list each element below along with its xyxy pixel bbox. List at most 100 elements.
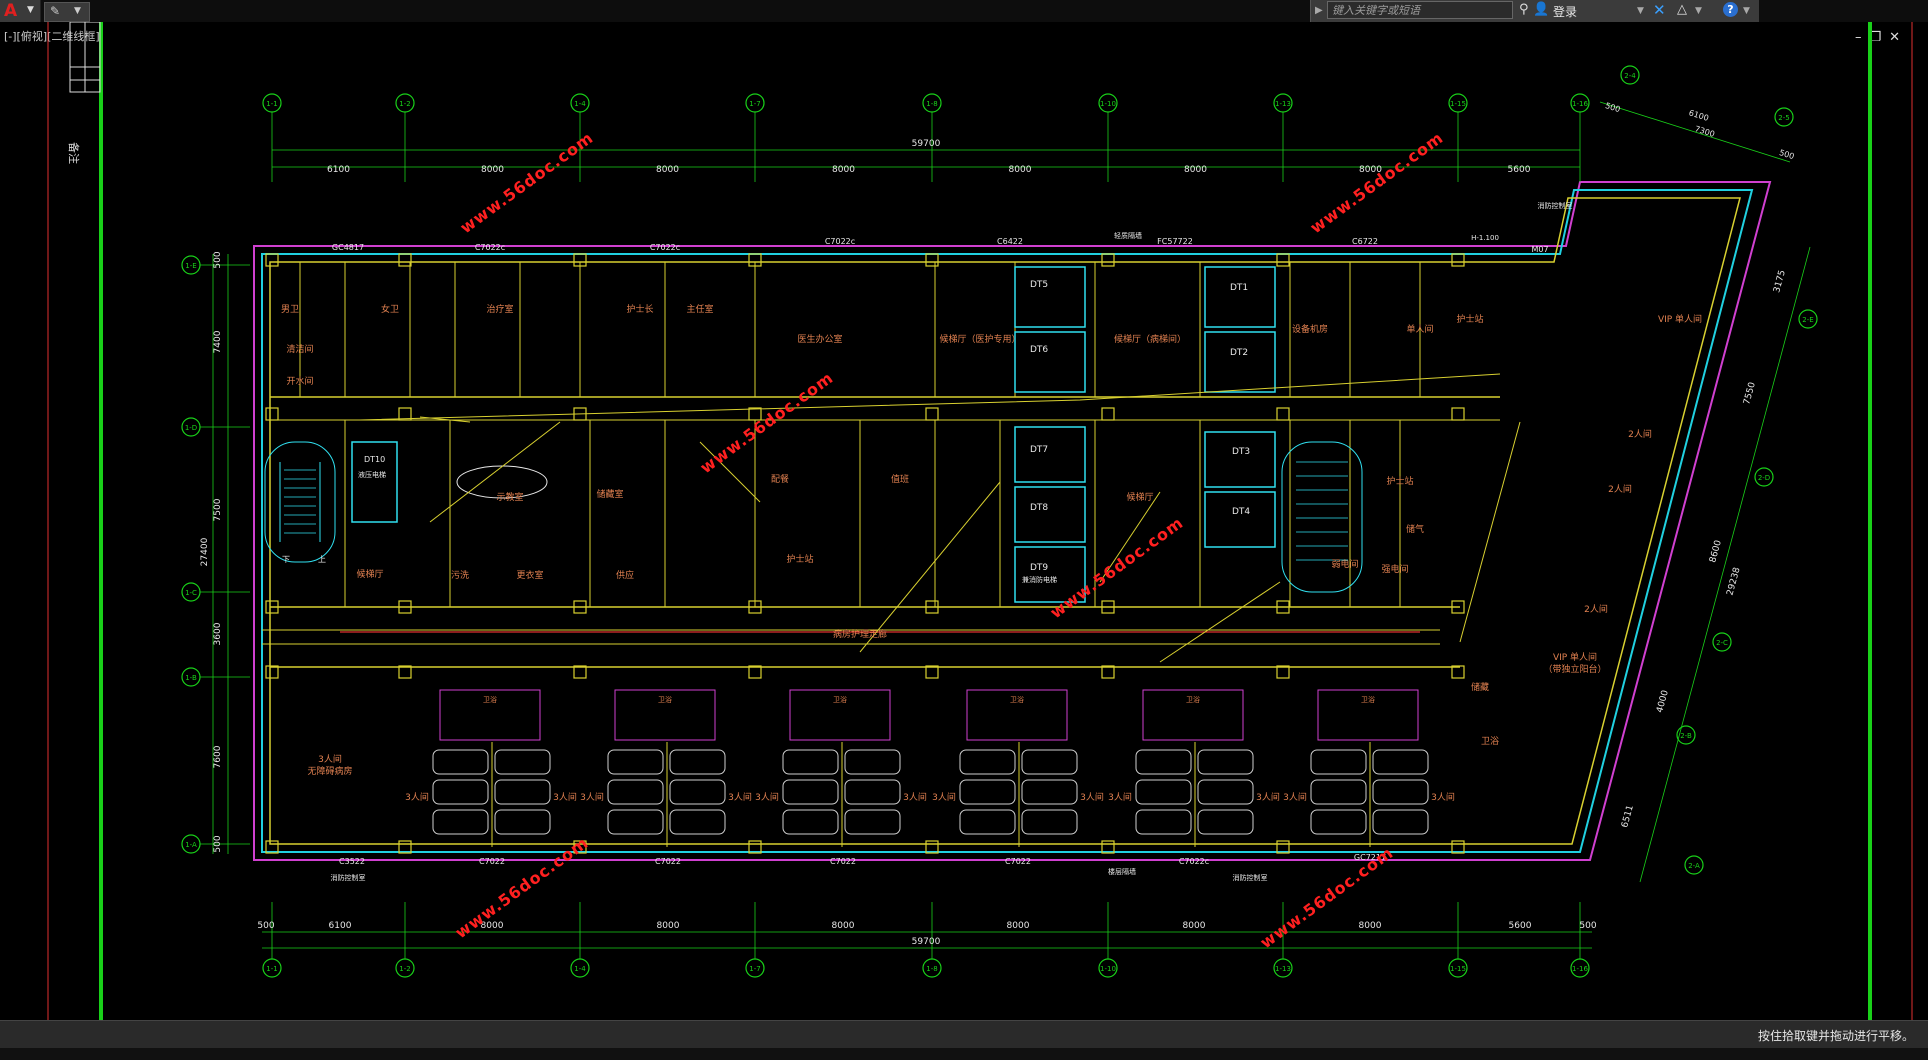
room-label-ward3_10: 3人间 [1256, 791, 1280, 803]
top-dim-7: 5600 [1508, 165, 1531, 175]
left-dim-3: 27400 [200, 537, 210, 566]
partition-group [299, 262, 1421, 607]
bed-2-0-2 [782, 809, 839, 835]
binoculars-search-icon[interactable]: ⚲ [1519, 2, 1529, 17]
chevron-down-icon[interactable]: ▼ [1743, 6, 1750, 16]
bottom-note-2: 楼层隔墙 [1108, 867, 1136, 876]
application-menu-button[interactable]: A ▼ [0, 0, 41, 22]
axis-left-4: 1-A [185, 841, 197, 849]
column-0-0 [265, 253, 279, 267]
watermark-2: www.56doc.com [697, 368, 837, 477]
room-label-ward3_12: 3人间 [1431, 791, 1455, 803]
room-label-utility: 开水间 [286, 375, 313, 387]
bottom-dim-5: 8000 [1007, 921, 1030, 931]
column-4-1 [925, 407, 939, 421]
axis-top-7: 1-15 [1450, 100, 1466, 108]
axis-top-1: 1-2 [399, 100, 410, 108]
room-label-hall_right: 候梯厅 [1126, 491, 1153, 503]
quick-access-toolbar[interactable]: ✎ ▼ [44, 2, 90, 22]
room-label-ward_special_b: 无障碍病房 [307, 765, 352, 777]
axis-top-3: 1-7 [749, 100, 760, 108]
bed-1-1-2 [669, 809, 726, 835]
drawing-canvas[interactable]: 备注 DT5 DT6 DT1 DT2 DT7 DT8 DT9 兼消防电梯 DT3… [0, 21, 1928, 1020]
column-3-3 [748, 665, 762, 679]
elevator-label-dt9: DT9 [1030, 563, 1048, 573]
room-label-ward3_4: 3人间 [728, 791, 752, 803]
right-dim-3: 29238 [1726, 566, 1743, 597]
exchange-apps-icon[interactable]: ✕ [1653, 1, 1666, 19]
room-label-toilet-1: 卫浴 [658, 695, 672, 704]
axis-top-5: 1-10 [1100, 100, 1116, 108]
room-label-gas: 储气 [1406, 523, 1424, 535]
room-label-director_office: 主任室 [686, 303, 713, 315]
column-1-0 [398, 253, 412, 267]
right-dim-0: 3175 [1772, 269, 1788, 294]
window-label-top-7: M07 [1531, 245, 1548, 254]
outer-wall [269, 197, 1741, 845]
chevron-down-icon: ▼ [27, 5, 34, 15]
window-label-top-4: C6422 [997, 237, 1023, 246]
axis-right-2: 2-C [1716, 639, 1728, 647]
room-label-ward2_1: 2人间 [1628, 428, 1652, 440]
column-2-3 [573, 665, 587, 679]
top-note-1: H-1.100 [1471, 234, 1499, 242]
axis-top-2: 1-4 [574, 100, 586, 108]
axis-bottom-1: 1-2 [399, 965, 410, 973]
column-0-3 [265, 665, 279, 679]
bed-4-1-0 [1197, 749, 1254, 775]
right-dim-1: 7550 [1742, 381, 1758, 406]
bed-1-0-0 [607, 749, 664, 775]
expand-arrow-icon[interactable]: ▶ [1315, 5, 1323, 16]
search-input[interactable] [1327, 1, 1513, 19]
room-label-toilet-0: 卫浴 [483, 695, 497, 704]
watermark-1: www.56doc.com [1307, 128, 1447, 237]
room-label-ward2_3: 2人间 [1584, 603, 1608, 615]
bed-1-1-0 [669, 749, 726, 775]
watermark-group: www.56doc.com www.56doc.com www.56doc.com w… [452, 128, 1447, 952]
window-label-top-3: C7022c [825, 237, 855, 246]
right-dim-4: 4000 [1655, 689, 1671, 714]
right-top-dim-2: 7300 [1694, 124, 1716, 139]
top-dim-2: 8000 [656, 165, 679, 175]
column-7-1 [1451, 407, 1465, 421]
column-4-0 [925, 253, 939, 267]
bed-0-0-1 [432, 779, 489, 805]
autodesk-a360-icon[interactable]: △ [1677, 2, 1687, 17]
left-dim-2: 7500 [213, 498, 223, 521]
bottom-dim-0: 500 [257, 921, 274, 931]
axis-left-1: 1-D [185, 424, 197, 432]
bed-5-1-1 [1372, 779, 1429, 805]
ward-group [432, 689, 1429, 847]
top-total-dim: 59700 [912, 139, 941, 149]
infocenter-bar: ▶ ⚲ 👤 登录 ▼ ✕ △ ▼ ? ▼ [1310, 0, 1759, 22]
room-label-meeting: 示教室 [496, 491, 523, 503]
bed-4-0-0 [1135, 749, 1192, 775]
elevator-label-dt1: DT1 [1230, 283, 1248, 293]
bed-1-0-1 [607, 779, 664, 805]
room-label-equip: 设备机房 [1292, 323, 1328, 335]
room-label-group: 男卫 女卫清洁间开水间 治疗室 护士长 主任室医生办公室 候梯厅（医护专用） 候梯厅（病梯间… [281, 303, 1702, 803]
right-top-dim-1: 6100 [1688, 108, 1710, 123]
room-label-toilet-5: 卫浴 [1361, 695, 1375, 704]
room-label-ward3_6: 3人间 [903, 791, 927, 803]
chevron-down-icon[interactable]: ▼ [1637, 6, 1644, 16]
elevator-label-dt2: DT2 [1230, 348, 1248, 358]
room-label-ward3_1: 3人间 [405, 791, 429, 803]
watermark-4: www.56doc.com [452, 833, 592, 942]
bed-0-1-1 [494, 779, 551, 805]
column-5-0 [1101, 253, 1115, 267]
window-label-bottom-2: C7022 [655, 857, 681, 866]
right-dim-5: 6511 [1620, 804, 1636, 829]
help-icon[interactable]: ? [1723, 2, 1738, 17]
axis-bottom-5: 1-10 [1100, 965, 1116, 973]
chevron-down-icon[interactable]: ▼ [1695, 6, 1702, 16]
window-label-top-1: C7022c [475, 243, 505, 252]
stair-down-label: 下 [282, 555, 290, 564]
window-label-bottom-0: C3522 [339, 857, 365, 866]
login-button[interactable]: 登录 [1553, 3, 1577, 20]
room-label-single: 单人间 [1406, 323, 1433, 335]
axis-top-0: 1-1 [266, 100, 277, 108]
bed-0-1-2 [494, 809, 551, 835]
room-label-toilet-4: 卫浴 [1186, 695, 1200, 704]
top-note-0: 轻质隔墙 [1114, 231, 1142, 240]
